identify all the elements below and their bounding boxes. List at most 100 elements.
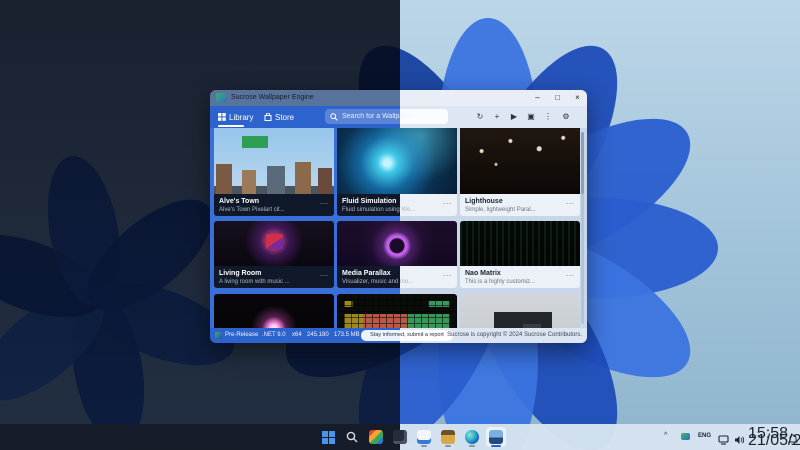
display-icon[interactable]: ▣ bbox=[524, 110, 538, 124]
tile-caption: Media Parallax Visualizer, music and mo.… bbox=[337, 266, 457, 288]
search-icon bbox=[346, 431, 358, 443]
task-view-button[interactable] bbox=[390, 427, 410, 447]
language-indicator[interactable]: ENG bbox=[698, 433, 711, 439]
tile-subtitle: Alve's Town Pixelart cit... bbox=[219, 206, 329, 214]
living-room-thumbnail bbox=[214, 221, 334, 266]
wallpaper-tile-media-parallax[interactable]: Media Parallax Visualizer, music and mo.… bbox=[337, 221, 457, 288]
network-icon bbox=[718, 435, 729, 445]
tile-menu-button[interactable]: ... bbox=[443, 199, 452, 206]
task-view-icon bbox=[393, 430, 407, 444]
alves-town-thumbnail bbox=[214, 128, 334, 194]
tile-caption: Lighthouse Simple, lightweight Paral... … bbox=[460, 194, 580, 216]
desktop: Sucrose Wallpaper Engine – □ × Library S… bbox=[0, 0, 800, 450]
sucrose-app-button[interactable] bbox=[486, 427, 506, 447]
tile-caption: Alve's Town Alve's Town Pixelart cit... … bbox=[214, 194, 334, 216]
tab-store[interactable]: Store bbox=[264, 109, 294, 125]
close-button[interactable]: × bbox=[568, 90, 587, 105]
network-button[interactable] bbox=[718, 432, 729, 450]
app-window: Sucrose Wallpaper Engine – □ × Library S… bbox=[210, 90, 587, 343]
minimize-button[interactable]: – bbox=[528, 90, 547, 105]
refresh-icon[interactable]: ↻ bbox=[473, 110, 487, 124]
briefcase-app-button[interactable] bbox=[438, 427, 458, 447]
titlebar[interactable]: Sucrose Wallpaper Engine – □ × bbox=[210, 90, 587, 106]
more-icon[interactable]: ⋮ bbox=[541, 110, 555, 124]
volume-button[interactable] bbox=[734, 432, 745, 450]
search-icon bbox=[330, 113, 338, 121]
running-indicator bbox=[445, 445, 451, 447]
wallpaper-tile-partial-1[interactable] bbox=[214, 294, 334, 328]
running-indicator bbox=[421, 445, 427, 447]
start-button[interactable] bbox=[318, 427, 338, 447]
active-running-indicator bbox=[491, 445, 501, 447]
tile-title: Media Parallax bbox=[342, 269, 452, 278]
wallpaper-tile-partial-3[interactable] bbox=[460, 294, 580, 328]
tile-subtitle: Visualizer, music and mo... bbox=[342, 278, 452, 286]
memory-label: 173.5 MB bbox=[334, 332, 360, 338]
tile-caption: Fluid Simulation Fluid simulation using … bbox=[337, 194, 457, 216]
speaker-icon bbox=[734, 435, 745, 445]
nao-matrix-thumbnail bbox=[460, 221, 580, 266]
periodic-table-thumbnail bbox=[337, 294, 457, 328]
taskbar-search-button[interactable] bbox=[342, 427, 362, 447]
scrollbar-thumb[interactable] bbox=[581, 132, 584, 194]
version-label: 245.180 bbox=[307, 332, 329, 338]
wallpaper-tile-alves-town[interactable]: Alve's Town Alve's Town Pixelart cit... … bbox=[214, 128, 334, 216]
library-icon bbox=[218, 113, 226, 121]
tile-menu-button[interactable]: ... bbox=[320, 271, 329, 278]
tile-subtitle: This is a highly customiz... bbox=[465, 278, 575, 286]
tile-caption: Living Room A living room with music ...… bbox=[214, 266, 334, 288]
wallpaper-tile-nao-matrix[interactable]: Nao Matrix This is a highly customiz... … bbox=[460, 221, 580, 288]
active-tab-indicator bbox=[218, 125, 244, 127]
windows-logo-icon bbox=[322, 431, 335, 444]
edge-browser-button[interactable] bbox=[462, 427, 482, 447]
tile-title: Fluid Simulation bbox=[342, 197, 452, 206]
tile-subtitle: Simple, lightweight Paral... bbox=[465, 206, 575, 214]
tile-title: Living Room bbox=[219, 269, 329, 278]
copyright-label: Sucrose is copyright © 2024 Sucrose Cont… bbox=[447, 332, 582, 338]
tile-caption: Nao Matrix This is a highly customiz... … bbox=[460, 266, 580, 288]
settings-icon[interactable]: ⚙ bbox=[559, 110, 573, 124]
wallpaper-tile-partial-2[interactable] bbox=[337, 294, 457, 328]
bell-icon bbox=[788, 434, 798, 445]
branch-label: Pre-Release bbox=[225, 332, 258, 338]
wallpaper-tile-lighthouse[interactable]: Lighthouse Simple, lightweight Paral... … bbox=[460, 128, 580, 216]
wallpaper-grid: Alve's Town Alve's Town Pixelart cit... … bbox=[210, 128, 587, 328]
lighthouse-thumbnail bbox=[460, 128, 580, 194]
briefcase-icon bbox=[441, 430, 455, 444]
play-icon[interactable]: ▶ bbox=[507, 110, 521, 124]
tab-library[interactable]: Library bbox=[218, 109, 253, 125]
tray-chevron-button[interactable]: ^ bbox=[664, 432, 676, 450]
wallpaper-app-icon bbox=[489, 430, 503, 444]
search-box[interactable] bbox=[325, 109, 448, 124]
grid-scrollbar[interactable] bbox=[581, 132, 584, 324]
tray-app-icon[interactable] bbox=[681, 433, 690, 440]
tile-menu-button[interactable]: ... bbox=[566, 271, 575, 278]
wallpaper-tile-living-room[interactable]: Living Room A living room with music ...… bbox=[214, 221, 334, 288]
date-label: 21/05/2024 bbox=[748, 437, 786, 444]
edge-icon bbox=[465, 430, 479, 444]
widgets-button[interactable] bbox=[366, 427, 386, 447]
widgets-icon bbox=[369, 430, 383, 444]
taskbar: ^ ENG 15:58 21/05/2024 bbox=[0, 424, 800, 450]
task-manager-button[interactable] bbox=[414, 427, 434, 447]
clock[interactable]: 15:58 21/05/2024 bbox=[748, 430, 786, 444]
app-logo-icon bbox=[216, 93, 226, 103]
statusbar: Pre-Release .NET 9.0 x64 245.180 173.5 M… bbox=[210, 328, 587, 343]
maximize-button[interactable]: □ bbox=[548, 90, 567, 105]
store-icon bbox=[264, 113, 272, 121]
tile-menu-button[interactable]: ... bbox=[566, 199, 575, 206]
wallpaper-tile-fluid-simulation[interactable]: Fluid Simulation Fluid simulation using … bbox=[337, 128, 457, 216]
notification-button[interactable] bbox=[788, 432, 798, 450]
search-input[interactable] bbox=[342, 113, 442, 120]
media-parallax-thumbnail bbox=[337, 221, 457, 266]
tile-title: Nao Matrix bbox=[465, 269, 575, 278]
tile-menu-button[interactable]: ... bbox=[443, 271, 452, 278]
add-icon[interactable]: + bbox=[490, 110, 504, 124]
tab-library-label: Library bbox=[229, 113, 253, 122]
notice-pill[interactable]: Stay informed, submit a report bbox=[361, 330, 453, 341]
jellyfish-lamp-thumbnail bbox=[214, 294, 334, 328]
task-manager-icon bbox=[417, 430, 431, 444]
tile-title: Alve's Town bbox=[219, 197, 329, 206]
tile-subtitle: Fluid simulation using We... bbox=[342, 206, 452, 214]
tile-menu-button[interactable]: ... bbox=[320, 199, 329, 206]
